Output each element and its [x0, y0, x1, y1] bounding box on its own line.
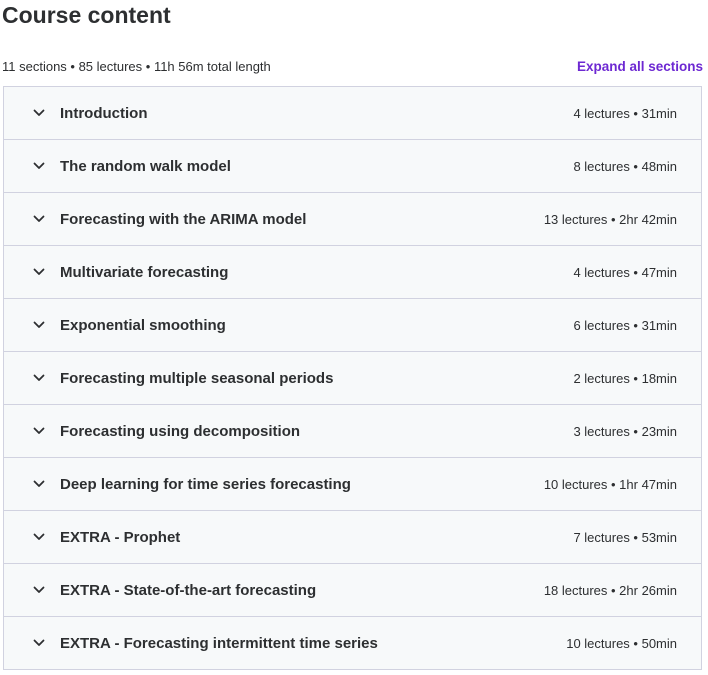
chevron-down-icon [32, 636, 46, 650]
chevron-down-icon [32, 477, 46, 491]
chevron-down-icon [32, 265, 46, 279]
course-summary-bar: 11 sections • 85 lectures • 11h 56m tota… [2, 56, 703, 76]
section-meta: 4 lectures • 31min [573, 105, 677, 121]
section-title: Exponential smoothing [60, 316, 226, 334]
section-row-multiple-seasonal-periods[interactable]: Forecasting multiple seasonal periods 2 … [4, 352, 701, 405]
section-meta: 7 lectures • 53min [573, 529, 677, 545]
chevron-down-icon [32, 106, 46, 120]
section-title: Forecasting multiple seasonal periods [60, 369, 334, 387]
section-title: Deep learning for time series forecastin… [60, 475, 351, 493]
section-meta: 6 lectures • 31min [573, 317, 677, 333]
page-title: Course content [2, 2, 171, 28]
section-row-extra-intermittent[interactable]: EXTRA - Forecasting intermittent time se… [4, 617, 701, 669]
section-title: The random walk model [60, 157, 231, 175]
section-meta: 13 lectures • 2hr 42min [543, 211, 677, 227]
chevron-down-icon [32, 371, 46, 385]
chevron-down-icon [32, 318, 46, 332]
section-title: Forecasting with the ARIMA model [60, 210, 307, 228]
chevron-down-icon [32, 212, 46, 226]
section-title: EXTRA - Forecasting intermittent time se… [60, 634, 378, 652]
chevron-down-icon [32, 583, 46, 597]
section-row-decomposition[interactable]: Forecasting using decomposition 3 lectur… [4, 405, 701, 458]
section-row-multivariate-forecasting[interactable]: Multivariate forecasting 4 lectures • 47… [4, 246, 701, 299]
section-meta: 3 lectures • 23min [573, 423, 677, 439]
course-summary: 11 sections • 85 lectures • 11h 56m tota… [2, 58, 271, 74]
course-sections-list: Introduction 4 lectures • 31min The rand… [3, 86, 702, 670]
chevron-down-icon [32, 530, 46, 544]
section-title: Forecasting using decomposition [60, 422, 301, 440]
chevron-down-icon [32, 424, 46, 438]
section-meta: 10 lectures • 50min [566, 635, 677, 651]
section-row-exponential-smoothing[interactable]: Exponential smoothing 6 lectures • 31min [4, 299, 701, 352]
section-row-introduction[interactable]: Introduction 4 lectures • 31min [4, 87, 701, 140]
section-row-extra-state-of-the-art[interactable]: EXTRA - State-of-the-art forecasting 18 … [4, 564, 701, 617]
section-meta: 18 lectures • 2hr 26min [543, 582, 677, 598]
section-meta: 2 lectures • 18min [573, 370, 677, 386]
section-meta: 8 lectures • 48min [573, 158, 677, 174]
section-row-extra-prophet[interactable]: EXTRA - Prophet 7 lectures • 53min [4, 511, 701, 564]
section-title: EXTRA - State-of-the-art forecasting [60, 581, 317, 599]
section-row-deep-learning[interactable]: Deep learning for time series forecastin… [4, 458, 701, 511]
section-title: EXTRA - Prophet [60, 528, 181, 546]
section-row-random-walk-model[interactable]: The random walk model 8 lectures • 48min [4, 140, 701, 193]
section-meta: 4 lectures • 47min [573, 264, 677, 280]
section-meta: 10 lectures • 1hr 47min [543, 476, 677, 492]
section-row-arima-model[interactable]: Forecasting with the ARIMA model 13 lect… [4, 193, 701, 246]
chevron-down-icon [32, 159, 46, 173]
expand-all-sections-button[interactable]: Expand all sections [577, 59, 703, 74]
section-title: Multivariate forecasting [60, 263, 229, 281]
section-title: Introduction [60, 104, 148, 122]
